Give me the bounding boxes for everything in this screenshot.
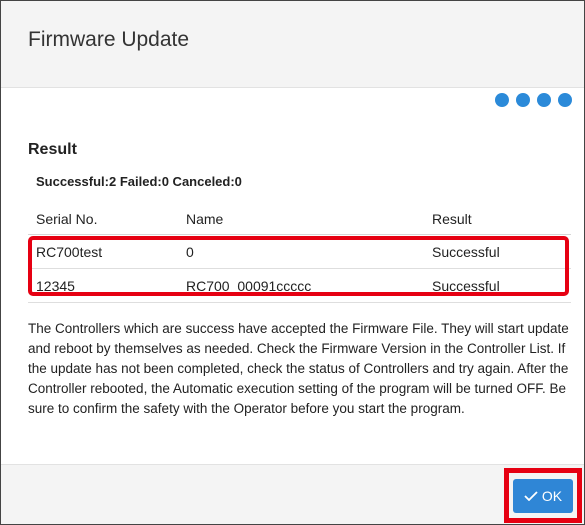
- result-message: The Controllers which are success have a…: [28, 321, 569, 416]
- result-cell: Successful: [432, 277, 500, 294]
- progress-dot-icon: [516, 93, 530, 107]
- table-row: 12345 RC700_00091ccccc Successful: [28, 269, 571, 303]
- progress-dot-icon: [558, 93, 572, 107]
- firmware-update-dialog: Firmware Update Result Successful:2 Fail…: [0, 0, 585, 525]
- ok-button[interactable]: OK: [513, 479, 573, 513]
- progress-dot-icon: [495, 93, 509, 107]
- result-heading: Result: [28, 141, 77, 158]
- table-header-row: Serial No. Name Result: [28, 204, 571, 235]
- step-indicator: [495, 93, 572, 107]
- ok-button-label: OK: [541, 488, 563, 504]
- dialog-header: Firmware Update: [1, 1, 584, 88]
- result-summary: Successful:2 Failed:0 Canceled:0: [36, 174, 242, 189]
- serial-cell: 12345: [36, 277, 75, 294]
- dialog-title: Firmware Update: [28, 28, 190, 51]
- result-table: Serial No. Name Result RC700test 0 Succe…: [28, 204, 571, 303]
- check-icon: [524, 491, 538, 501]
- name-cell: 0: [186, 243, 194, 260]
- serial-cell: RC700test: [36, 243, 103, 260]
- column-header-result: Result: [432, 211, 472, 227]
- progress-dot-icon: [537, 93, 551, 107]
- column-header-serial: Serial No.: [36, 211, 98, 227]
- column-header-name: Name: [186, 211, 224, 227]
- dialog-footer: [1, 464, 584, 524]
- name-cell: RC700_00091ccccc: [186, 277, 312, 294]
- table-row: RC700test 0 Successful: [28, 235, 571, 269]
- result-cell: Successful: [432, 243, 500, 260]
